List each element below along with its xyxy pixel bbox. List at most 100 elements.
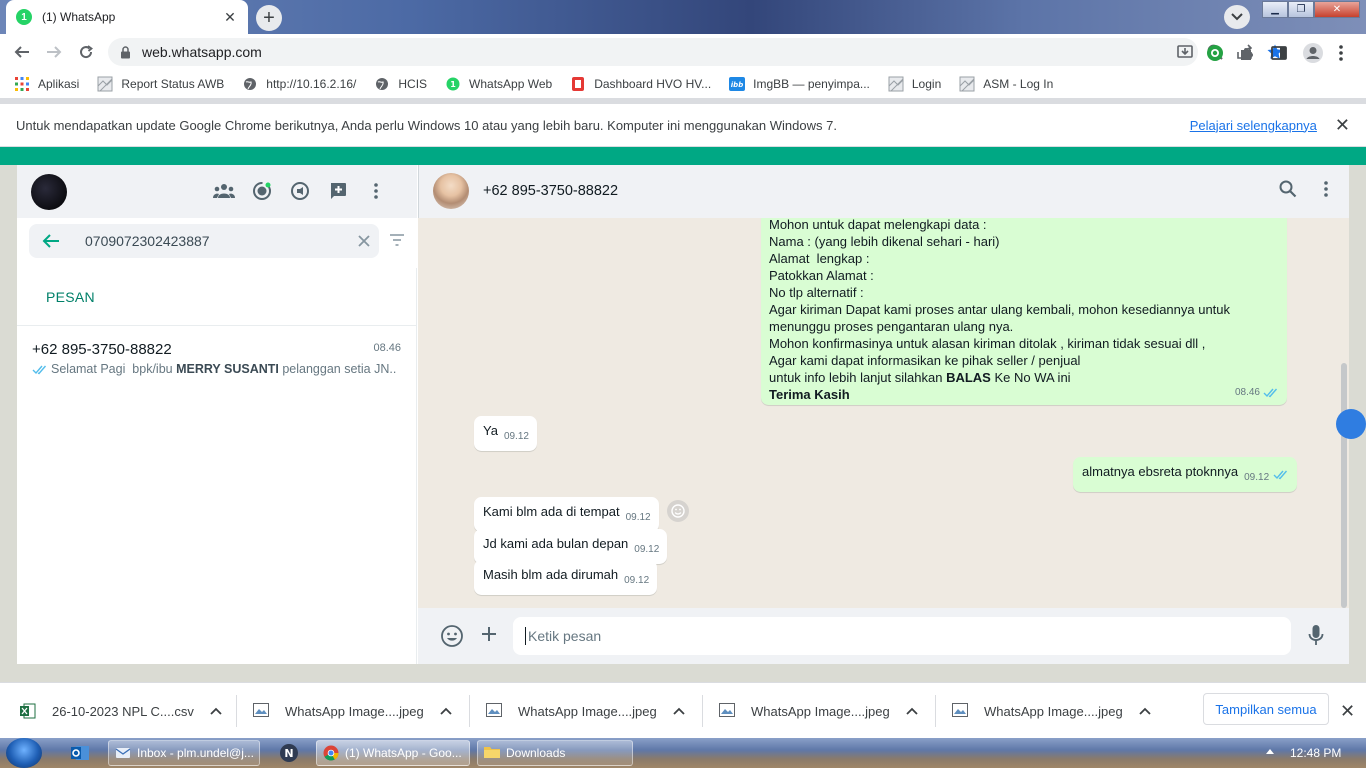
excel-file-icon xyxy=(20,703,36,719)
bookmark-login[interactable]: Login xyxy=(888,76,941,92)
clear-search-icon[interactable] xyxy=(349,235,379,247)
minimize-window-button[interactable]: ▁ xyxy=(1262,1,1288,18)
chrome-update-infobar: Untuk mendapatkan update Google Chrome b… xyxy=(0,103,1366,147)
new-chat-icon[interactable] xyxy=(327,180,349,202)
windows-start-icon[interactable] xyxy=(6,738,42,768)
search-result-item[interactable]: +62 895-3750-88822 08.46 Selamat Pagi bp… xyxy=(17,326,417,386)
restore-window-button[interactable]: ❐ xyxy=(1288,1,1314,18)
message-input[interactable]: Ketik pesan xyxy=(513,617,1291,655)
bookmark-dashboard-hvo[interactable]: Dashboard HVO HV... xyxy=(570,76,711,92)
download-item[interactable]: WhatsApp Image....jpeg xyxy=(253,683,452,739)
whatsapp-favicon-icon: 1 xyxy=(16,9,32,25)
message-line: untuk info lebih lanjut silahkan BALAS K… xyxy=(769,370,1071,385)
outgoing-message-template[interactable]: Mohon untuk dapat melengkapi data : Nama… xyxy=(761,218,1287,405)
chevron-up-icon[interactable] xyxy=(673,707,685,715)
globe-icon xyxy=(242,76,258,92)
chevron-up-icon[interactable] xyxy=(210,707,222,715)
address-bar[interactable]: web.whatsapp.com xyxy=(108,38,1283,66)
download-item[interactable]: 26-10-2023 NPL C....csv xyxy=(20,683,222,739)
chevron-up-icon[interactable] xyxy=(440,707,452,715)
download-item[interactable]: WhatsApp Image....jpeg xyxy=(486,683,685,739)
conversation-header[interactable]: +62 895-3750-88822 xyxy=(418,165,1349,218)
reload-icon[interactable] xyxy=(76,42,96,62)
svg-text:1: 1 xyxy=(450,80,456,89)
chevron-up-icon[interactable] xyxy=(906,707,918,715)
outgoing-message[interactable]: almatnya ebsreta ptoknnya 09.12 xyxy=(1073,457,1297,492)
close-infobar-icon[interactable]: ✕ xyxy=(1335,115,1350,136)
search-input[interactable]: 0709072302423887 xyxy=(73,233,349,249)
left-menu-icon[interactable] xyxy=(365,180,387,202)
bookmark-aplikasi[interactable]: Aplikasi xyxy=(14,76,79,92)
result-contact-name: +62 895-3750-88822 xyxy=(32,341,172,358)
incoming-message[interactable]: Masih blm ada dirumah 09.12 xyxy=(474,560,658,595)
app-n-quicklaunch-icon[interactable]: N xyxy=(277,741,301,765)
learn-more-link[interactable]: Pelajari selengkapnya xyxy=(1190,118,1317,133)
search-messages-icon[interactable] xyxy=(1279,180,1297,198)
chrome-menu-icon[interactable] xyxy=(1338,44,1344,62)
search-box[interactable]: 0709072302423887 xyxy=(29,224,379,258)
whatsapp-extension-icon[interactable] xyxy=(1206,44,1224,62)
close-tab-icon[interactable]: ✕ xyxy=(222,9,238,26)
close-window-button[interactable]: ✕ xyxy=(1314,1,1360,18)
show-hidden-icons-icon[interactable] xyxy=(1266,749,1274,754)
bookmark-ip-address[interactable]: http://10.16.2.16/ xyxy=(242,76,356,92)
lock-icon[interactable] xyxy=(120,45,134,59)
channels-icon[interactable] xyxy=(289,180,311,202)
my-profile-avatar[interactable] xyxy=(31,174,67,210)
microphone-icon[interactable] xyxy=(1308,624,1324,646)
bookmark-hcis[interactable]: HCIS xyxy=(374,76,427,92)
search-back-arrow-icon[interactable] xyxy=(29,233,73,249)
read-ticks-icon xyxy=(32,364,48,375)
incoming-message[interactable]: Ya 09.12 xyxy=(474,416,537,451)
image-file-icon xyxy=(486,703,502,719)
filter-icon[interactable] xyxy=(389,234,405,246)
show-all-downloads-button[interactable]: Tampilkan semua xyxy=(1203,693,1329,725)
result-time: 08.46 xyxy=(373,342,401,354)
side-panel-icon[interactable] xyxy=(1270,44,1288,62)
message-list-scrollbar[interactable] xyxy=(1341,363,1347,608)
bookmark-report-status-awb[interactable]: Report Status AWB xyxy=(97,76,224,92)
bookmark-asm-login[interactable]: ASM - Log In xyxy=(959,76,1053,92)
emoji-icon[interactable] xyxy=(440,624,464,648)
apps-grid-icon xyxy=(14,76,30,92)
browser-tab-whatsapp[interactable]: 1 (1) WhatsApp ✕ xyxy=(6,0,248,34)
image-file-icon xyxy=(952,703,968,719)
downloads-bar: 26-10-2023 NPL C....csv WhatsApp Image..… xyxy=(0,682,1366,738)
svg-text:N: N xyxy=(284,747,293,760)
chevron-up-icon[interactable] xyxy=(1139,707,1151,715)
url-text: web.whatsapp.com xyxy=(142,44,262,60)
install-app-icon[interactable] xyxy=(1176,44,1194,60)
whatsapp-header-band xyxy=(0,147,1366,165)
taskbar-clock[interactable]: 12:48 PM xyxy=(1290,746,1341,760)
bookmark-whatsapp-web[interactable]: 1 WhatsApp Web xyxy=(445,76,552,92)
incoming-message[interactable]: Jd kami ada bulan depan 09.12 xyxy=(474,529,668,564)
tab-search-chevron-icon[interactable] xyxy=(1224,5,1250,29)
contact-avatar[interactable] xyxy=(433,173,469,209)
side-extension-handle[interactable] xyxy=(1336,409,1366,439)
conversation-actions xyxy=(1279,180,1329,198)
close-downloads-bar-icon[interactable]: ✕ xyxy=(1340,701,1355,722)
attach-plus-icon[interactable] xyxy=(479,624,499,644)
react-emoji-icon[interactable] xyxy=(667,500,689,522)
extensions-puzzle-icon[interactable] xyxy=(1238,44,1256,62)
contact-name[interactable]: +62 895-3750-88822 xyxy=(483,183,618,199)
taskbar-downloads-folder[interactable]: Downloads xyxy=(477,740,633,766)
download-item[interactable]: WhatsApp Image....jpeg xyxy=(719,683,918,739)
windows-taskbar: Inbox - plm.undel@j... N (1) WhatsApp - … xyxy=(0,738,1366,768)
back-arrow-icon[interactable] xyxy=(12,42,32,62)
message-time: 09.12 xyxy=(625,512,651,523)
bookmark-imgbb[interactable]: ibb ImgBB — penyimpa... xyxy=(729,76,870,92)
new-tab-button[interactable]: + xyxy=(256,5,282,31)
outlook-quicklaunch-icon[interactable] xyxy=(68,741,92,765)
communities-icon[interactable] xyxy=(213,180,235,202)
status-icon[interactable] xyxy=(251,180,273,202)
taskbar-outlook[interactable]: Inbox - plm.undel@j... xyxy=(108,740,260,766)
download-item[interactable]: WhatsApp Image....jpeg xyxy=(952,683,1151,739)
message-list[interactable]: Mohon untuk dapat melengkapi data : Nama… xyxy=(418,218,1349,608)
profile-avatar-icon[interactable] xyxy=(1302,42,1324,64)
outlook-icon xyxy=(115,745,131,761)
incoming-message[interactable]: Kami blm ada di tempat 09.12 xyxy=(474,497,659,532)
forward-arrow-icon[interactable] xyxy=(44,42,64,62)
taskbar-chrome-whatsapp[interactable]: (1) WhatsApp - Goo... xyxy=(316,740,470,766)
conversation-menu-icon[interactable] xyxy=(1323,180,1329,198)
